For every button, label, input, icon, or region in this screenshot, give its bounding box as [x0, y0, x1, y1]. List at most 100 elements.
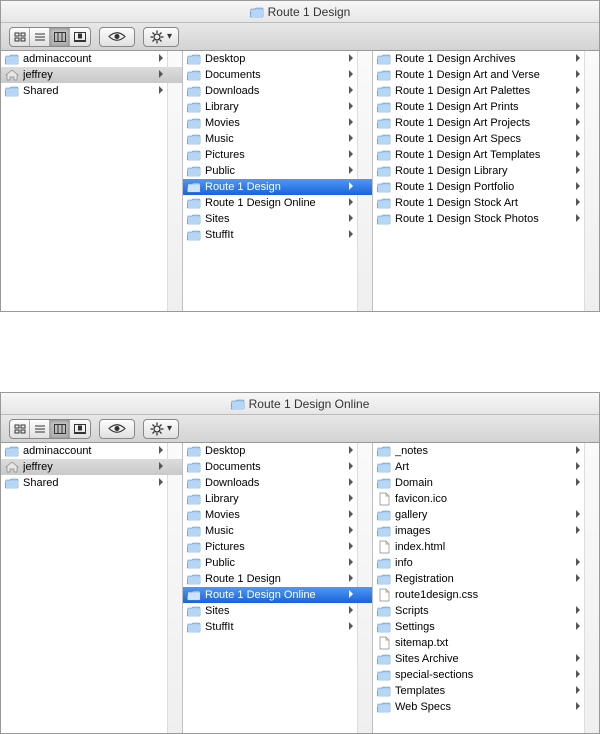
column-row[interactable]: Sites: [183, 603, 372, 619]
column-row[interactable]: Downloads: [183, 83, 372, 99]
view-icon-coverflow[interactable]: [70, 28, 90, 46]
finder-column[interactable]: adminaccount jeffrey Shared: [1, 51, 183, 311]
disclosure-arrow-icon: [575, 478, 581, 486]
column-row[interactable]: Pictures: [183, 539, 372, 555]
column-row[interactable]: Domain: [373, 475, 599, 491]
finder-column[interactable]: Desktop Documents Downloads Library Movi…: [183, 51, 373, 311]
finder-column[interactable]: _notes Art Domain favicon.ico gallery: [373, 443, 599, 733]
column-row[interactable]: Web Specs: [373, 699, 599, 715]
column-row[interactable]: Library: [183, 99, 372, 115]
column-row[interactable]: route1design.css: [373, 587, 599, 603]
column-row[interactable]: Route 1 Design Art Palettes: [373, 83, 599, 99]
toolbar: ▾: [1, 415, 599, 443]
column-row[interactable]: Scripts: [373, 603, 599, 619]
column-row[interactable]: jeffrey: [1, 67, 182, 83]
view-icon-columns[interactable]: [50, 420, 70, 438]
action-menu-button[interactable]: ▾: [143, 419, 179, 439]
column-row[interactable]: Public: [183, 555, 372, 571]
row-label: favicon.ico: [395, 493, 583, 505]
quicklook-button[interactable]: [99, 419, 135, 439]
view-icon-grid[interactable]: [10, 28, 30, 46]
finder-column[interactable]: Route 1 Design Archives Route 1 Design A…: [373, 51, 599, 311]
finder-window: Route 1 Design ▾ adminaccount jeffrey Sh…: [0, 0, 600, 312]
column-row[interactable]: gallery: [373, 507, 599, 523]
column-row[interactable]: Art: [373, 459, 599, 475]
column-row[interactable]: Templates: [373, 683, 599, 699]
column-row[interactable]: Downloads: [183, 475, 372, 491]
view-icon-coverflow[interactable]: [70, 420, 90, 438]
row-label: Pictures: [205, 541, 356, 553]
view-switcher[interactable]: [9, 27, 91, 47]
column-row[interactable]: Route 1 Design: [183, 571, 372, 587]
column-row[interactable]: sitemap.txt: [373, 635, 599, 651]
column-row[interactable]: favicon.ico: [373, 491, 599, 507]
column-row[interactable]: Music: [183, 523, 372, 539]
column-row[interactable]: Public: [183, 163, 372, 179]
column-row[interactable]: Library: [183, 491, 372, 507]
disclosure-arrow-icon: [575, 510, 581, 518]
column-row[interactable]: adminaccount: [1, 51, 182, 67]
column-row[interactable]: Route 1 Design Online: [183, 587, 372, 603]
column-row[interactable]: StuffIt: [183, 227, 372, 243]
column-row[interactable]: index.html: [373, 539, 599, 555]
column-row[interactable]: Settings: [373, 619, 599, 635]
column-row[interactable]: Music: [183, 131, 372, 147]
folder-icon: [377, 684, 391, 698]
column-row[interactable]: Route 1 Design Art Specs: [373, 131, 599, 147]
column-row[interactable]: Route 1 Design Online: [183, 195, 372, 211]
column-row[interactable]: StuffIt: [183, 619, 372, 635]
column-row[interactable]: Route 1 Design Art Prints: [373, 99, 599, 115]
titlebar[interactable]: Route 1 Design Online: [1, 393, 599, 415]
column-row[interactable]: Route 1 Design Stock Art: [373, 195, 599, 211]
row-label: Route 1 Design: [205, 181, 356, 193]
disclosure-arrow-icon: [575, 574, 581, 582]
column-row[interactable]: Route 1 Design Stock Photos: [373, 211, 599, 227]
column-row[interactable]: Sites Archive: [373, 651, 599, 667]
disclosure-arrow-icon: [348, 214, 354, 222]
folder-icon: [187, 212, 201, 226]
view-icon-list[interactable]: [30, 420, 50, 438]
column-row[interactable]: Sites: [183, 211, 372, 227]
column-row[interactable]: Route 1 Design Archives: [373, 51, 599, 67]
column-row[interactable]: Shared: [1, 83, 182, 99]
row-label: StuffIt: [205, 621, 356, 633]
row-label: StuffIt: [205, 229, 356, 241]
column-row[interactable]: Shared: [1, 475, 182, 491]
column-row[interactable]: Route 1 Design Art Projects: [373, 115, 599, 131]
column-row[interactable]: Documents: [183, 67, 372, 83]
view-icon-grid[interactable]: [10, 420, 30, 438]
column-row[interactable]: Route 1 Design Portfolio: [373, 179, 599, 195]
column-row[interactable]: Movies: [183, 507, 372, 523]
column-row[interactable]: Pictures: [183, 147, 372, 163]
folder-icon: [377, 84, 391, 98]
view-icon-list[interactable]: [30, 28, 50, 46]
column-row[interactable]: images: [373, 523, 599, 539]
column-row[interactable]: Route 1 Design Art Templates: [373, 147, 599, 163]
column-row[interactable]: jeffrey: [1, 459, 182, 475]
column-row[interactable]: Route 1 Design Library: [373, 163, 599, 179]
quicklook-button[interactable]: [99, 27, 135, 47]
column-row[interactable]: Documents: [183, 459, 372, 475]
column-row[interactable]: Movies: [183, 115, 372, 131]
column-row[interactable]: info: [373, 555, 599, 571]
finder-column[interactable]: Desktop Documents Downloads Library Movi…: [183, 443, 373, 733]
row-label: Route 1 Design Library: [395, 165, 583, 177]
column-row[interactable]: Registration: [373, 571, 599, 587]
disclosure-arrow-icon: [348, 494, 354, 502]
column-row[interactable]: Desktop: [183, 443, 372, 459]
finder-column[interactable]: adminaccount jeffrey Shared: [1, 443, 183, 733]
column-row[interactable]: Route 1 Design Art and Verse: [373, 67, 599, 83]
column-row[interactable]: _notes: [373, 443, 599, 459]
view-icon-columns[interactable]: [50, 28, 70, 46]
disclosure-arrow-icon: [348, 478, 354, 486]
column-row[interactable]: special-sections: [373, 667, 599, 683]
row-label: Sites: [205, 213, 356, 225]
row-label: Desktop: [205, 445, 356, 457]
column-row[interactable]: Desktop: [183, 51, 372, 67]
column-row[interactable]: Route 1 Design: [183, 179, 372, 195]
column-row[interactable]: adminaccount: [1, 443, 182, 459]
view-switcher[interactable]: [9, 419, 91, 439]
folder-icon: [187, 84, 201, 98]
action-menu-button[interactable]: ▾: [143, 27, 179, 47]
titlebar[interactable]: Route 1 Design: [1, 1, 599, 23]
